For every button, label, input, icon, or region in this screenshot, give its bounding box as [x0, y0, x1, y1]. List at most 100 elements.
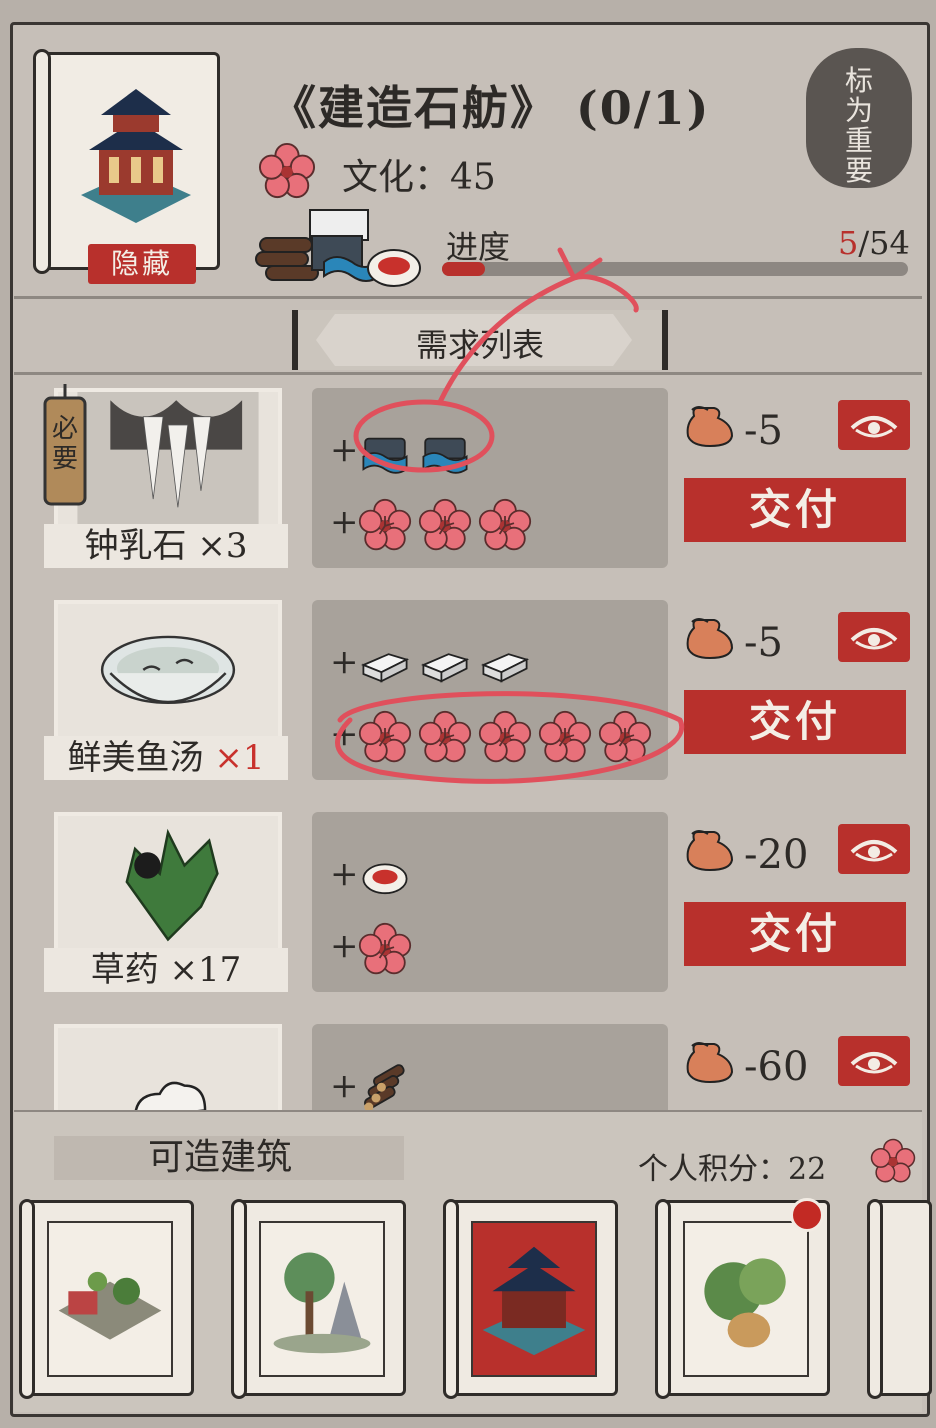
requirement-name: 钟乳石 ×3 [44, 524, 288, 568]
divider [14, 296, 922, 299]
cost-value: -5 [744, 620, 783, 666]
requirement-row: 鲜美鱼汤 ×1 + + -5 交付 [14, 590, 922, 795]
plus-sign: + [330, 430, 359, 470]
plus-sign: + [330, 1066, 359, 1106]
cost-icons [358, 1062, 412, 1110]
page-title: 《建造石舫》 (0/1) [270, 81, 711, 135]
wood-icon [358, 1062, 412, 1110]
flower-icon [478, 498, 532, 552]
score-label: 个人积分： [638, 1152, 788, 1187]
cost-icons [358, 922, 412, 976]
scroll-rod [443, 1199, 459, 1399]
deliver-button[interactable]: 交付 [684, 902, 906, 966]
view-button[interactable] [838, 1036, 910, 1086]
requirement-row: 钟乳石 ×3 必要 + + -5 交付 [14, 378, 922, 583]
stone-icon [358, 638, 412, 692]
flower-icon [870, 1138, 916, 1183]
flower-icon [598, 710, 652, 764]
progress-current: 5 [838, 224, 859, 262]
bowl-icon [358, 850, 412, 904]
cost-icons [358, 850, 412, 904]
scroll-rod [867, 1199, 883, 1399]
progress-total: /54 [858, 224, 910, 262]
view-button[interactable] [838, 824, 910, 874]
item-count: ×1 [214, 738, 265, 778]
item-count: ×3 [197, 526, 248, 566]
hide-button[interactable]: 隐藏 [88, 244, 196, 284]
building-card-rockery[interactable] [231, 1199, 406, 1399]
progress-bar [442, 262, 908, 276]
cost-icons [358, 426, 472, 480]
flower-icon [418, 710, 472, 764]
plus-sign: + [330, 502, 359, 542]
resources-icon [255, 209, 421, 287]
cost-value: -60 [744, 1044, 809, 1090]
score-value: 22 [788, 1152, 827, 1187]
cloth-icon [418, 426, 472, 480]
progress-count: 5/54 [838, 224, 910, 262]
eye-icon [850, 840, 898, 862]
scroll-rod [33, 49, 51, 274]
item-name: 鲜美鱼汤 [67, 738, 215, 778]
flower-icon [478, 710, 532, 764]
eye-icon [850, 416, 898, 438]
pavilion-image [81, 89, 191, 223]
building-card-stone-boat[interactable] [443, 1199, 618, 1399]
cost-box: + + [312, 812, 668, 992]
requirement-row: + -60 [14, 1014, 922, 1110]
cloth-icon [358, 426, 412, 480]
required-label: 必要 [51, 414, 78, 474]
building-card-garden[interactable] [19, 1199, 194, 1399]
garden-image [47, 1221, 173, 1377]
building-thumbnail[interactable] [33, 49, 220, 274]
money-bag-icon [686, 830, 734, 872]
building-card-partial[interactable] [867, 1199, 932, 1399]
item-name: 钟乳石 [84, 526, 198, 566]
item-name: 草药 [90, 950, 170, 990]
item-count: ×17 [169, 950, 242, 990]
stone-icon [418, 638, 472, 692]
money-bag-icon [686, 1042, 734, 1084]
plus-sign: + [330, 854, 359, 894]
culture-label: 文化： [342, 157, 451, 198]
scroll-rod [655, 1199, 671, 1399]
deliver-button[interactable]: 交付 [684, 690, 906, 754]
mark-important-button[interactable]: 标为重要 [806, 48, 912, 188]
divider [14, 372, 922, 375]
buildable-title: 可造建筑 [54, 1136, 404, 1180]
progress-fill [442, 262, 486, 276]
cost-box: + [312, 1024, 668, 1110]
stone-icon [478, 638, 532, 692]
cost-box: + + [312, 600, 668, 780]
stone-boat-image [471, 1221, 597, 1377]
requirement-thumbnail[interactable] [54, 1024, 282, 1110]
eye-icon [850, 1052, 898, 1074]
personal-score: 个人积分：22 [638, 1144, 826, 1188]
flower-icon [358, 710, 412, 764]
mark-important-label: 标为重要 [844, 64, 873, 187]
plus-sign: + [330, 714, 359, 754]
plus-sign: + [330, 642, 359, 682]
deliver-button[interactable]: 交付 [684, 478, 906, 542]
view-button[interactable] [838, 400, 910, 450]
cost-value: -20 [744, 832, 809, 878]
cost-value: -5 [744, 408, 783, 454]
eye-icon [850, 628, 898, 650]
culture-stat: 文化：45 [342, 148, 496, 200]
money-bag-icon [686, 406, 734, 448]
requirement-row: 草药 ×17 + + -20 交付 [14, 802, 922, 1007]
cost-icons [358, 498, 532, 552]
requirement-list-title: 需求列表 [415, 326, 544, 364]
cost-icons [358, 638, 532, 692]
flower-icon [418, 498, 472, 552]
requirement-name: 鲜美鱼汤 ×1 [44, 736, 288, 780]
flower-icon [258, 142, 316, 199]
rockery-image [259, 1221, 385, 1377]
view-button[interactable] [838, 612, 910, 662]
buildable-panel: 可造建筑 个人积分：22 [14, 1112, 932, 1412]
flower-icon [358, 498, 412, 552]
culture-value: 45 [450, 157, 496, 198]
bamboo-image [683, 1221, 809, 1377]
flower-icon [358, 922, 412, 976]
requirement-list-header: 需求列表 [292, 310, 668, 370]
